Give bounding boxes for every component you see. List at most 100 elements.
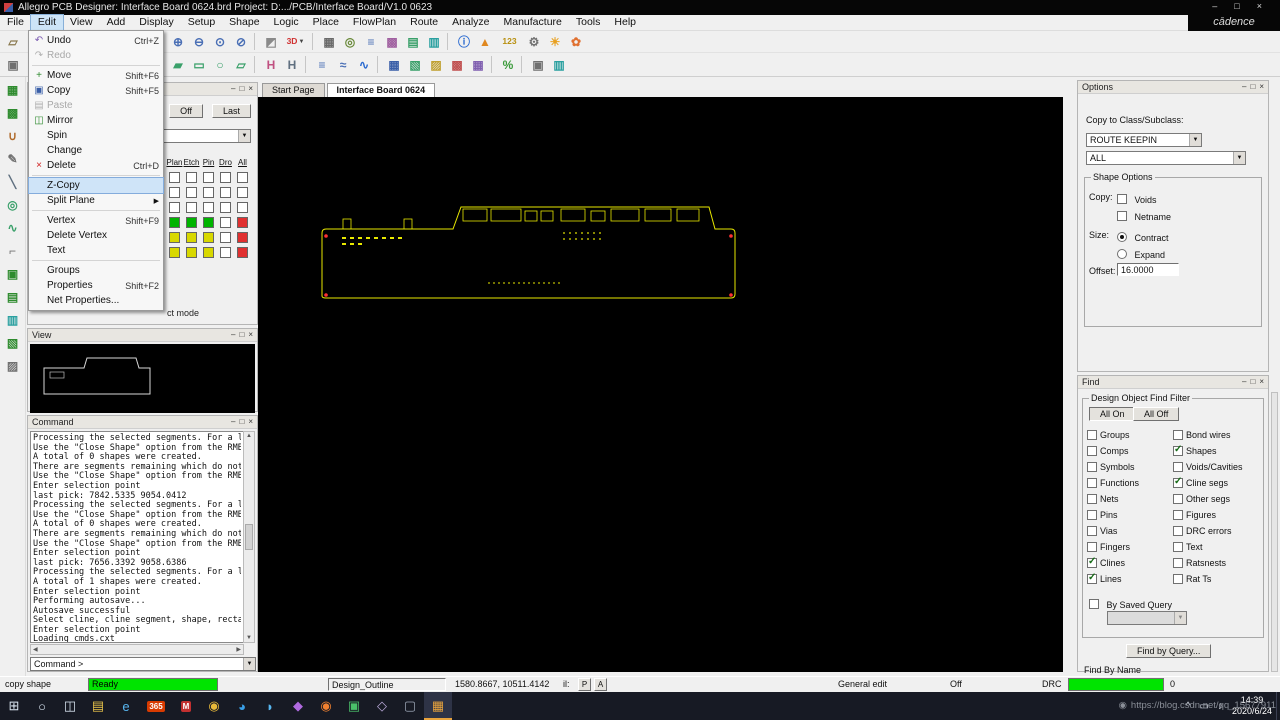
tray-expand-icon[interactable]: ^ bbox=[1186, 701, 1191, 712]
fingers-checkbox[interactable] bbox=[1087, 542, 1097, 552]
chrome-icon[interactable]: ◉ bbox=[200, 692, 228, 720]
cline-segs-checkbox[interactable] bbox=[1173, 478, 1183, 488]
physical-cns-icon[interactable]: ▨ bbox=[426, 55, 446, 74]
visibility-checkbox[interactable] bbox=[203, 187, 214, 198]
visibility-checkbox[interactable] bbox=[220, 232, 231, 243]
visibility-layer-combo[interactable]: ▼ bbox=[159, 129, 251, 143]
all-on-button[interactable]: All On bbox=[1089, 407, 1136, 421]
netname-checkbox[interactable] bbox=[1117, 211, 1127, 221]
summary-report-icon[interactable]: ▤ bbox=[403, 32, 423, 51]
scroll-right-icon[interactable]: ▶ bbox=[236, 646, 241, 653]
minimize-panel-icon[interactable]: – bbox=[231, 418, 235, 426]
layer-select-icon[interactable]: ▩ bbox=[3, 103, 23, 122]
pins-checkbox[interactable] bbox=[1087, 510, 1097, 520]
electrical-cns-icon[interactable]: ▧ bbox=[405, 55, 425, 74]
teal-board-icon[interactable]: ▥ bbox=[3, 310, 23, 329]
chevron-down-icon[interactable]: ▼ bbox=[1233, 152, 1245, 164]
signal-probe-icon[interactable]: ∿ bbox=[3, 218, 23, 237]
visibility-checkbox[interactable] bbox=[220, 202, 231, 213]
options-panel-header[interactable]: Options – □ × bbox=[1078, 81, 1268, 94]
visibility-checkbox[interactable] bbox=[186, 172, 197, 183]
notification-icon[interactable]: ▭ bbox=[1200, 701, 1209, 712]
text-checkbox[interactable] bbox=[1173, 542, 1183, 552]
float-panel-icon[interactable]: □ bbox=[1250, 83, 1255, 91]
measure-tool-icon[interactable]: ⌐ bbox=[3, 241, 23, 260]
shape-void-icon[interactable]: ▱ bbox=[231, 55, 251, 74]
visibility-checkbox[interactable] bbox=[203, 202, 214, 213]
mail-icon[interactable]: M bbox=[172, 692, 200, 720]
update-drc-icon[interactable]: ▲ bbox=[475, 32, 495, 51]
chevron-down-icon[interactable]: ▼ bbox=[1189, 134, 1201, 146]
view-thumbnail[interactable] bbox=[30, 344, 255, 413]
scrollbar-thumb[interactable] bbox=[245, 524, 253, 550]
edit-menu-item-paste[interactable]: ▤Paste bbox=[29, 98, 163, 113]
console-output[interactable]: Processing the selected segments. For a … bbox=[30, 431, 244, 643]
copy-format-icon[interactable]: ▣ bbox=[528, 55, 548, 74]
visibility-checkbox[interactable] bbox=[169, 202, 180, 213]
groups-checkbox[interactable] bbox=[1087, 430, 1097, 440]
menu-help[interactable]: Help bbox=[607, 15, 643, 30]
status-info-icon[interactable]: ⓘ bbox=[454, 32, 474, 51]
shape-polygon-icon[interactable]: ▰ bbox=[168, 55, 188, 74]
application-mode-button[interactable]: A bbox=[594, 678, 607, 691]
minimize-panel-icon[interactable]: – bbox=[231, 85, 235, 93]
auto-number-icon[interactable]: 123 bbox=[496, 32, 523, 51]
etch-tool-icon[interactable]: ▧ bbox=[3, 333, 23, 352]
stats-chart-icon[interactable]: ▥ bbox=[549, 55, 569, 74]
float-panel-icon[interactable]: □ bbox=[1250, 378, 1255, 386]
zoom-previous-icon[interactable]: ⊘ bbox=[231, 32, 251, 51]
menu-manufacture[interactable]: Manufacture bbox=[497, 15, 569, 30]
close-panel-icon[interactable]: × bbox=[248, 85, 253, 93]
taskbar-clock[interactable]: 14:39 2020/6/24 bbox=[1232, 695, 1272, 718]
shadow-toggle-icon[interactable]: ◩ bbox=[261, 32, 281, 51]
edge-icon[interactable]: ◕ bbox=[228, 692, 256, 720]
task-view-icon[interactable]: ◫ bbox=[56, 692, 84, 720]
menu-analyze[interactable]: Analyze bbox=[445, 15, 496, 30]
menu-place[interactable]: Place bbox=[306, 15, 346, 30]
visibility-checkbox[interactable] bbox=[169, 187, 180, 198]
menu-setup[interactable]: Setup bbox=[181, 15, 222, 30]
find-by-query-button[interactable]: Find by Query... bbox=[1126, 644, 1211, 658]
show-desktop-button[interactable] bbox=[1276, 692, 1280, 720]
chevron-down-icon[interactable]: ▼ bbox=[238, 130, 250, 142]
float-panel-icon[interactable]: □ bbox=[239, 418, 244, 426]
functions-checkbox[interactable] bbox=[1087, 478, 1097, 488]
misc-tool-icon[interactable]: ▨ bbox=[3, 356, 23, 375]
close-button[interactable]: × bbox=[1257, 1, 1262, 11]
hilight-icon[interactable]: H bbox=[261, 55, 281, 74]
voids-cavities-checkbox[interactable] bbox=[1173, 462, 1183, 472]
scroll-left-icon[interactable]: ◀ bbox=[33, 646, 38, 653]
offset-input[interactable]: 16.0000 bbox=[1117, 263, 1179, 276]
dock-scrollbar[interactable] bbox=[1271, 392, 1278, 672]
class-combo[interactable]: ROUTE KEEPIN ▼ bbox=[1086, 133, 1202, 147]
spacing-cns-icon[interactable]: ▩ bbox=[447, 55, 467, 74]
notepad-icon[interactable]: ▢ bbox=[396, 692, 424, 720]
edit-menu-item-redo[interactable]: ↷Redo bbox=[29, 48, 163, 63]
visibility-checkbox[interactable] bbox=[237, 187, 248, 198]
cross-section-icon[interactable]: ≡ bbox=[361, 32, 381, 51]
edit-menu-item-text[interactable]: Text bbox=[29, 243, 163, 258]
close-panel-icon[interactable]: × bbox=[248, 331, 253, 339]
rat-ts-checkbox[interactable] bbox=[1173, 574, 1183, 584]
edit-menu-item-properties[interactable]: PropertiesShift+F2 bbox=[29, 278, 163, 293]
edit-menu-item-groups[interactable]: Groups bbox=[29, 263, 163, 278]
menu-display[interactable]: Display bbox=[132, 15, 180, 30]
visibility-checkbox[interactable] bbox=[203, 247, 214, 258]
menu-add[interactable]: Add bbox=[100, 15, 133, 30]
zoom-out-icon[interactable]: ⊖ bbox=[189, 32, 209, 51]
dehilight-icon[interactable]: H bbox=[282, 55, 302, 74]
minimize-panel-icon[interactable]: – bbox=[1242, 83, 1246, 91]
pick-button[interactable]: P bbox=[578, 678, 591, 691]
visibility-checkbox[interactable] bbox=[169, 217, 180, 228]
custom-tool-icon[interactable]: ✿ bbox=[566, 32, 586, 51]
voids-checkbox[interactable] bbox=[1117, 194, 1127, 204]
edit-pencil-icon[interactable]: ✎ bbox=[3, 149, 23, 168]
view-panel-header[interactable]: View – □ × bbox=[28, 329, 257, 342]
chevron-down-icon[interactable]: ▼ bbox=[243, 658, 255, 670]
edit-menu-item-delete-vertex[interactable]: Delete Vertex bbox=[29, 228, 163, 243]
tab-interface-board-0624[interactable]: Interface Board 0624 bbox=[327, 83, 436, 97]
same-net-cns-icon[interactable]: ▦ bbox=[468, 55, 488, 74]
board-symbols-icon[interactable]: ▥ bbox=[424, 32, 444, 51]
menu-view[interactable]: View bbox=[63, 15, 100, 30]
firefox-icon[interactable]: ◉ bbox=[312, 692, 340, 720]
